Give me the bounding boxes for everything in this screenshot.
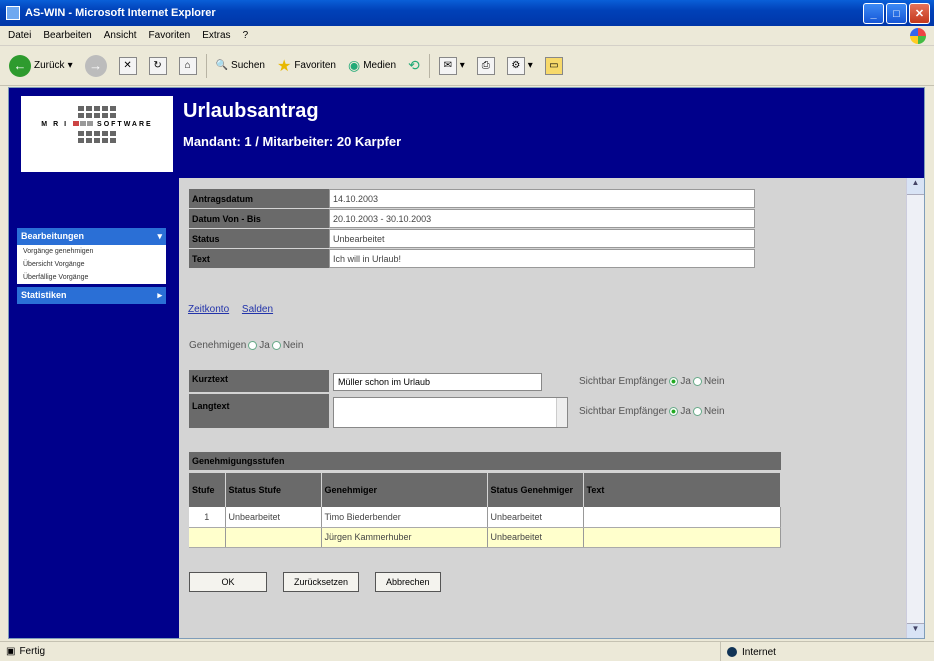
langtext-visible-no-radio[interactable] bbox=[692, 407, 702, 416]
window-titlebar: AS-WIN - Microsoft Internet Explorer _ □… bbox=[0, 0, 934, 26]
back-label: Zurück bbox=[34, 60, 65, 71]
stop-icon: ✕ bbox=[118, 56, 137, 75]
window-title: AS-WIN - Microsoft Internet Explorer bbox=[25, 7, 216, 19]
langtext-visible-yes-radio[interactable] bbox=[669, 407, 679, 416]
langtext-visibility: Sichtbar Empfänger Ja Nein bbox=[579, 406, 725, 417]
ok-button[interactable]: OK bbox=[189, 572, 267, 592]
ie-icon bbox=[6, 6, 20, 20]
globe-icon bbox=[727, 647, 737, 657]
approve-radio-group: Genehmigen Ja Nein bbox=[189, 340, 304, 351]
langtext-textarea[interactable] bbox=[333, 397, 568, 428]
mri-logo: M R I SOFTWARE bbox=[21, 96, 173, 172]
sidebar-item-vorgaenge-genehmigen[interactable]: Vorgänge genehmigen bbox=[17, 245, 166, 258]
stages-title: Genehmigungsstufen bbox=[189, 452, 781, 470]
menu-extras[interactable]: Extras bbox=[202, 30, 230, 41]
maximize-button[interactable]: □ bbox=[886, 3, 907, 24]
sidebar-item-uebersicht-vorgaenge[interactable]: Übersicht Vorgänge bbox=[17, 258, 166, 271]
media-icon: ◉ bbox=[348, 57, 361, 73]
links-row: Zeitkonto Salden bbox=[188, 304, 283, 315]
menu-help[interactable]: ? bbox=[243, 30, 249, 41]
page-header: M R I SOFTWARE Urlaubsantrag Mandant: 1 … bbox=[9, 88, 924, 178]
tools-button[interactable]: ⚙ ▾ bbox=[504, 52, 536, 80]
collapse-icon: ▾ bbox=[157, 231, 162, 241]
minimize-button[interactable]: _ bbox=[863, 3, 884, 24]
table-row: Jürgen Kammerhuber Unbearbeitet bbox=[189, 527, 781, 548]
table-row: Text Ich will in Urlaub! bbox=[189, 249, 755, 268]
kurztext-label: Kurztext bbox=[189, 370, 329, 392]
page-title: Urlaubsantrag bbox=[183, 100, 319, 122]
forward-arrow-icon: → bbox=[84, 54, 107, 77]
table-row: 1 Unbearbeitet Timo Biederbender Unbearb… bbox=[189, 507, 781, 528]
scroll-down-icon[interactable]: ▼ bbox=[907, 623, 924, 638]
stages-table: Stufe Status Stufe Genehmiger Status Gen… bbox=[189, 473, 781, 548]
cancel-button[interactable]: Abbrechen bbox=[375, 572, 441, 592]
search-icon: 🔍 bbox=[215, 60, 229, 71]
sidebar: Bearbeitungen ▾ Vorgänge genehmigen Übers… bbox=[9, 178, 179, 638]
back-button[interactable]: ← Zurück ▾ bbox=[6, 52, 76, 80]
web-page: M R I SOFTWARE Urlaubsantrag Mandant: 1 … bbox=[8, 87, 925, 639]
home-icon: ⌂ bbox=[178, 56, 197, 75]
history-button[interactable]: ⟲ bbox=[405, 52, 423, 80]
scroll-up-icon[interactable]: ▲ bbox=[907, 178, 924, 195]
action-buttons: OK Zurücksetzen Abbrechen bbox=[189, 572, 441, 592]
history-icon: ⟲ bbox=[408, 57, 420, 73]
media-label: Medien bbox=[363, 60, 397, 71]
menu-bar: Datei Bearbeiten Ansicht Favoriten Extra… bbox=[0, 26, 934, 46]
kurztext-visible-no-radio[interactable] bbox=[692, 377, 702, 386]
favorites-button[interactable]: ★ Favoriten bbox=[274, 52, 339, 80]
request-info-table: Antragsdatum 14.10.2003 Datum Von - Bis 20… bbox=[189, 188, 755, 269]
kurztext-visibility: Sichtbar Empfänger Ja Nein bbox=[579, 376, 725, 387]
refresh-icon: ↻ bbox=[148, 56, 167, 75]
sidebar-submenu: Vorgänge genehmigen Übersicht Vorgänge Ü… bbox=[17, 245, 166, 284]
forward-button[interactable]: → bbox=[82, 52, 110, 80]
main-content: Antragsdatum 14.10.2003 Datum Von - Bis 20… bbox=[179, 178, 908, 638]
media-button[interactable]: ◉ Medien bbox=[345, 52, 399, 80]
print-button[interactable]: ⎙ bbox=[474, 52, 498, 80]
home-button[interactable]: ⌂ bbox=[176, 52, 200, 80]
sidebar-group-bearbeitungen[interactable]: Bearbeitungen ▾ bbox=[17, 228, 166, 245]
approve-yes-radio[interactable] bbox=[248, 341, 258, 350]
kurztext-input[interactable]: Müller schon im Urlaub bbox=[333, 373, 542, 391]
mail-icon: ✉ bbox=[438, 56, 457, 75]
reset-button[interactable]: Zurücksetzen bbox=[283, 572, 360, 592]
zone-label: Internet bbox=[742, 646, 776, 658]
mail-button[interactable]: ✉ ▾ bbox=[436, 52, 468, 80]
search-button[interactable]: 🔍 Suchen bbox=[213, 52, 268, 80]
favorites-label: Favoriten bbox=[294, 60, 336, 71]
zeitkonto-link[interactable]: Zeitkonto bbox=[188, 304, 229, 315]
table-row: Status Unbearbeitet bbox=[189, 229, 755, 248]
kurztext-visible-yes-radio[interactable] bbox=[669, 377, 679, 386]
table-row: Antragsdatum 14.10.2003 bbox=[189, 189, 755, 208]
sidebar-item-ueberfaellige-vorgaenge[interactable]: Überfällige Vorgänge bbox=[17, 271, 166, 284]
status-text: Fertig bbox=[19, 646, 46, 657]
folder-icon: ▭ bbox=[544, 56, 563, 75]
status-bar: ▣ Fertig Internet bbox=[0, 641, 934, 661]
textarea-scrollbar[interactable] bbox=[556, 398, 567, 427]
page-scrollbar[interactable]: ▲ ▼ bbox=[906, 178, 924, 638]
search-label: Suchen bbox=[231, 60, 265, 71]
menu-datei[interactable]: Datei bbox=[8, 30, 31, 41]
sidebar-group-statistiken[interactable]: Statistiken ▸ bbox=[17, 287, 166, 304]
stop-button[interactable]: ✕ bbox=[116, 52, 140, 80]
back-arrow-icon: ← bbox=[9, 54, 31, 77]
folder-button[interactable]: ▭ bbox=[542, 52, 566, 80]
windows-logo-icon bbox=[910, 28, 926, 44]
star-icon: ★ bbox=[276, 57, 292, 75]
gear-icon: ⚙ bbox=[506, 56, 525, 75]
menu-ansicht[interactable]: Ansicht bbox=[104, 30, 137, 41]
page-icon: ▣ bbox=[6, 646, 16, 657]
close-button[interactable]: ✕ bbox=[909, 3, 930, 24]
approve-no-radio[interactable] bbox=[271, 341, 281, 350]
security-zone: Internet bbox=[720, 642, 776, 661]
print-icon: ⎙ bbox=[476, 56, 495, 75]
menu-bearbeiten[interactable]: Bearbeiten bbox=[43, 30, 91, 41]
browser-toolbar: ← Zurück ▾ → ✕ ↻ ⌂ 🔍 Suchen ★ Favoriten … bbox=[0, 46, 934, 86]
menu-favoriten[interactable]: Favoriten bbox=[149, 30, 191, 41]
salden-link[interactable]: Salden bbox=[242, 304, 273, 315]
page-subtitle: Mandant: 1 / Mitarbeiter: 20 Karpfer bbox=[183, 134, 402, 149]
langtext-label: Langtext bbox=[189, 394, 329, 428]
table-row: Datum Von - Bis 20.10.2003 - 30.10.2003 bbox=[189, 209, 755, 228]
expand-icon: ▸ bbox=[157, 290, 162, 300]
refresh-button[interactable]: ↻ bbox=[146, 52, 170, 80]
